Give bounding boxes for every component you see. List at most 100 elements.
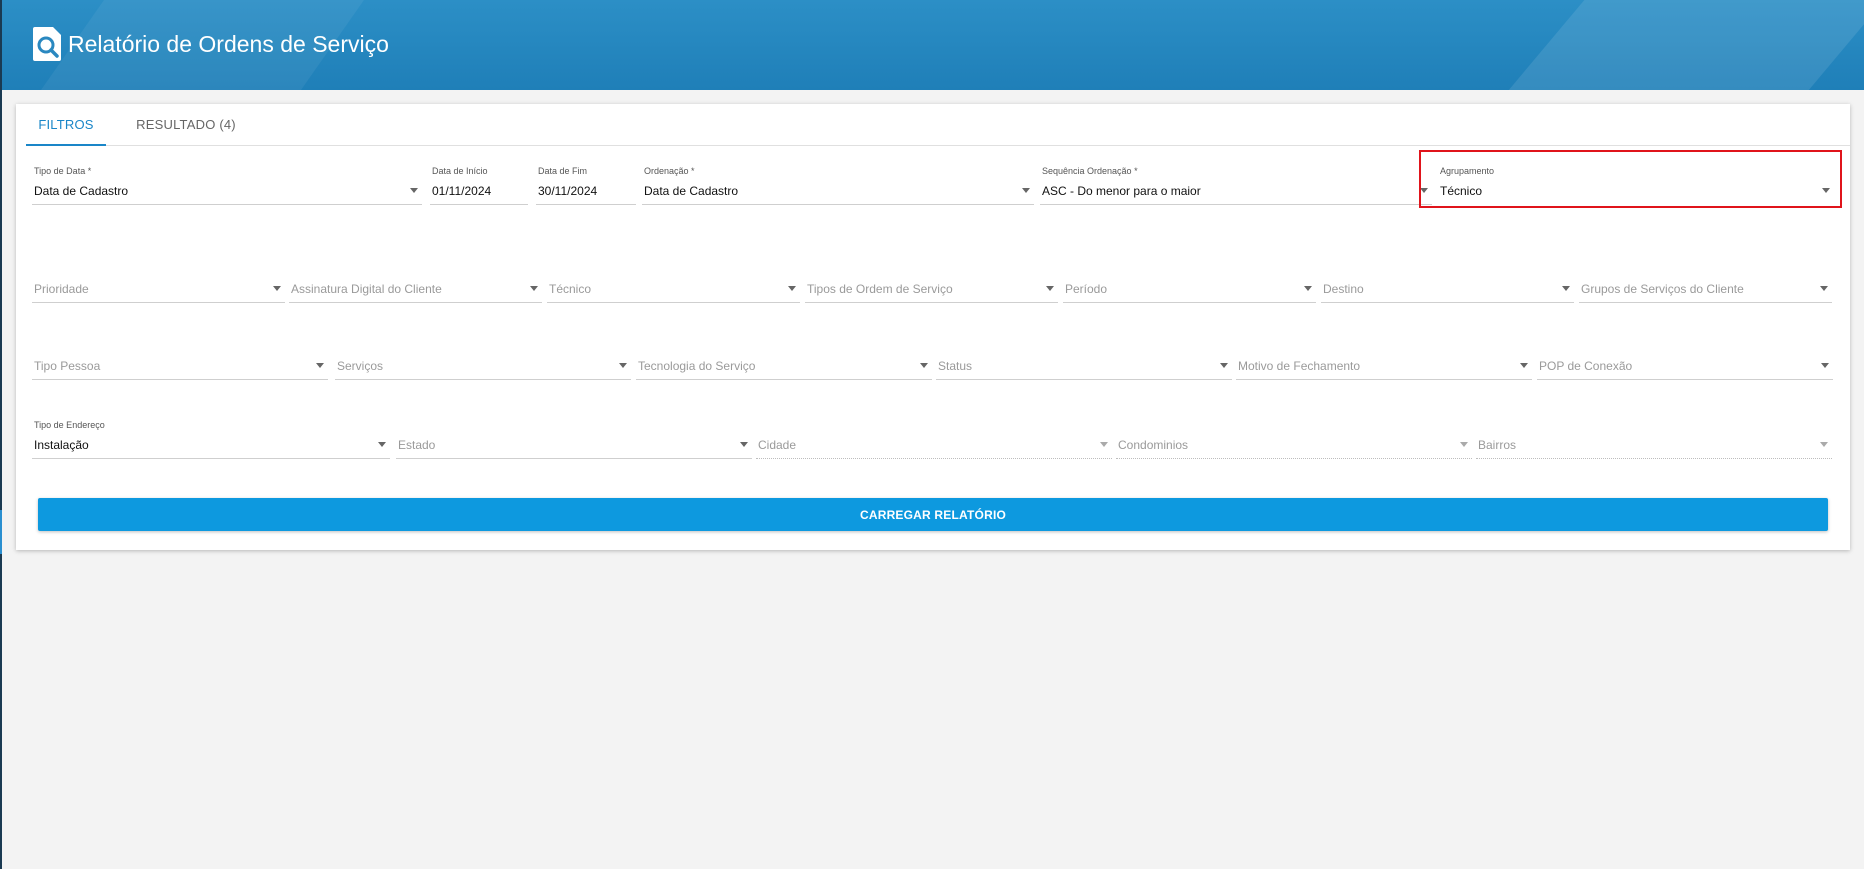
estado-placeholder: Estado: [398, 438, 436, 452]
grupos-servicos-placeholder: Grupos de Serviços do Cliente: [1581, 282, 1744, 296]
ordenacao-select[interactable]: Ordenação * Data de Cadastro: [642, 166, 1034, 208]
data-fim-input[interactable]: Data de Fim 30/11/2024: [536, 166, 636, 208]
sequencia-ordenacao-select[interactable]: Sequência Ordenação * ASC - Do menor par…: [1040, 166, 1432, 208]
chevron-down-icon: [1304, 286, 1312, 291]
header-title-group: Relatório de Ordens de Serviço: [32, 24, 389, 64]
grupos-servicos-select[interactable]: Grupos de Serviços do Cliente: [1579, 264, 1832, 306]
pop-conexao-placeholder: POP de Conexão: [1539, 359, 1633, 373]
tecnologia-servico-placeholder: Tecnologia do Serviço: [638, 359, 756, 373]
data-inicio-input[interactable]: Data de Início 01/11/2024: [430, 166, 528, 208]
bairros-placeholder: Bairros: [1478, 438, 1517, 452]
servicos-placeholder: Serviços: [337, 359, 384, 373]
tipo-data-label: Tipo de Data *: [34, 166, 92, 176]
tipo-data-value: Data de Cadastro: [34, 184, 129, 198]
field-underline: [335, 379, 631, 380]
destino-select[interactable]: Destino: [1321, 264, 1574, 306]
pop-conexao-select[interactable]: POP de Conexão: [1537, 341, 1833, 383]
chevron-down-icon: [920, 363, 928, 368]
prioridade-select[interactable]: Prioridade: [32, 264, 285, 306]
chevron-down-icon: [1220, 363, 1228, 368]
cidade-placeholder: Cidade: [758, 438, 797, 452]
destino-placeholder: Destino: [1323, 282, 1364, 296]
chevron-down-icon: [378, 442, 386, 447]
tecnologia-servico-select[interactable]: Tecnologia do Serviço: [636, 341, 932, 383]
condominios-select[interactable]: Condominios: [1116, 420, 1472, 462]
field-underline: [1040, 204, 1432, 205]
field-underline: [636, 379, 932, 380]
sequencia-ordenacao-label: Sequência Ordenação *: [1042, 166, 1138, 176]
field-underline: [32, 379, 328, 380]
tipo-pessoa-select[interactable]: Tipo Pessoa: [32, 341, 328, 383]
tipos-ordem-servico-select[interactable]: Tipos de Ordem de Serviço: [805, 264, 1058, 306]
field-underline: [536, 204, 636, 205]
carregar-relatorio-button[interactable]: CARREGAR RELATÓRIO: [38, 498, 1828, 531]
condominios-placeholder: Condominios: [1118, 438, 1189, 452]
servicos-select[interactable]: Serviços: [335, 341, 631, 383]
field-underline: [1476, 458, 1832, 459]
chevron-down-icon: [530, 286, 538, 291]
field-underline: [1321, 302, 1574, 303]
chevron-down-icon: [619, 363, 627, 368]
chevron-down-icon: [788, 286, 796, 291]
chevron-down-icon: [740, 442, 748, 447]
field-underline: [32, 302, 285, 303]
field-underline: [642, 204, 1034, 205]
page-title: Relatório de Ordens de Serviço: [68, 30, 389, 57]
chevron-down-icon: [410, 188, 418, 193]
assinatura-digital-placeholder: Assinatura Digital do Cliente: [291, 282, 442, 296]
chevron-down-icon: [1022, 188, 1030, 193]
estado-select[interactable]: Estado: [396, 420, 752, 462]
field-underline: [1236, 379, 1532, 380]
report-search-icon: [32, 26, 62, 62]
chevron-down-icon: [1820, 286, 1828, 291]
page-header: Relatório de Ordens de Serviço: [2, 0, 1864, 90]
field-underline: [1579, 302, 1832, 303]
chevron-down-icon: [316, 363, 324, 368]
field-underline: [1537, 379, 1833, 380]
field-underline: [936, 379, 1232, 380]
field-underline: [805, 302, 1058, 303]
tab-bar: FILTROS RESULTADO (4): [26, 104, 1850, 146]
status-placeholder: Status: [938, 359, 973, 373]
agrupamento-highlight: [1419, 150, 1842, 208]
tab-filtros[interactable]: FILTROS: [26, 104, 106, 146]
chevron-down-icon: [1562, 286, 1570, 291]
field-underline: [430, 204, 528, 205]
data-fim-value: 30/11/2024: [538, 184, 598, 198]
window-left-edge-mark: [0, 510, 2, 554]
field-underline: [32, 458, 390, 459]
chevron-down-icon: [1460, 442, 1468, 447]
field-underline: [1116, 458, 1472, 459]
bairros-select[interactable]: Bairros: [1476, 420, 1832, 462]
periodo-select[interactable]: Período: [1063, 264, 1316, 306]
tipo-data-select[interactable]: Tipo de Data * Data de Cadastro: [32, 166, 422, 208]
tipo-pessoa-placeholder: Tipo Pessoa: [34, 359, 101, 373]
data-inicio-value: 01/11/2024: [432, 184, 492, 198]
ordenacao-value: Data de Cadastro: [644, 184, 739, 198]
tipo-endereco-select[interactable]: Tipo de Endereço Instalação: [32, 420, 390, 462]
motivo-fechamento-placeholder: Motivo de Fechamento: [1238, 359, 1361, 373]
assinatura-digital-select[interactable]: Assinatura Digital do Cliente: [289, 264, 542, 306]
tipos-ordem-servico-placeholder: Tipos de Ordem de Serviço: [807, 282, 953, 296]
chevron-down-icon: [1046, 286, 1054, 291]
tecnico-placeholder: Técnico: [549, 282, 592, 296]
data-fim-label: Data de Fim: [538, 166, 588, 176]
periodo-placeholder: Período: [1065, 282, 1108, 296]
window-left-edge: [0, 0, 2, 869]
field-underline: [547, 302, 800, 303]
sequencia-ordenacao-value: ASC - Do menor para o maior: [1042, 184, 1201, 198]
tecnico-select[interactable]: Técnico: [547, 264, 800, 306]
prioridade-placeholder: Prioridade: [34, 282, 89, 296]
chevron-down-icon: [1520, 363, 1528, 368]
status-select[interactable]: Status: [936, 341, 1232, 383]
tipo-endereco-value: Instalação: [34, 438, 89, 452]
tipo-endereco-label: Tipo de Endereço: [34, 420, 105, 430]
motivo-fechamento-select[interactable]: Motivo de Fechamento: [1236, 341, 1532, 383]
field-underline: [32, 204, 422, 205]
field-underline: [289, 302, 542, 303]
chevron-down-icon: [1100, 442, 1108, 447]
tab-resultado[interactable]: RESULTADO (4): [126, 104, 246, 146]
chevron-down-icon: [1820, 442, 1828, 447]
cidade-select[interactable]: Cidade: [756, 420, 1112, 462]
chevron-down-icon: [1821, 363, 1829, 368]
